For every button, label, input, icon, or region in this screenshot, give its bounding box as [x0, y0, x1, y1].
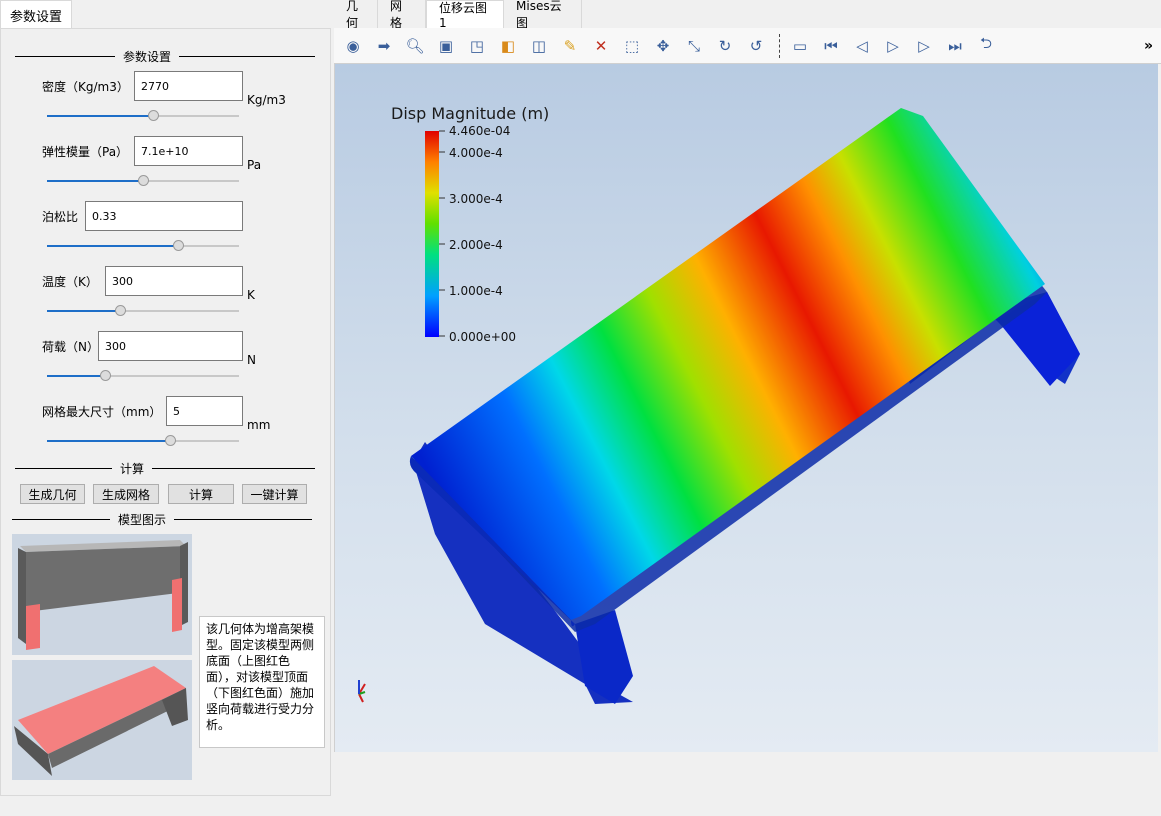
- modulus-slider[interactable]: [47, 175, 239, 186]
- zoom-fit-icon[interactable]: ✥: [649, 33, 677, 59]
- model-description: 该几何体为增高架模型。固定该模型两侧底面（上图红色面），对该模型顶面（下图红色面…: [199, 616, 325, 748]
- temperature-label: 温度（K）: [42, 275, 98, 289]
- brush-icon[interactable]: ✎: [556, 33, 584, 59]
- legend-label: 3.000e-4: [449, 192, 503, 206]
- model-image-top-load: [12, 660, 192, 780]
- toolbar-separator: [779, 33, 780, 58]
- displacement-model: [409, 108, 1080, 704]
- poisson-label: 泊松比: [42, 210, 79, 224]
- legend-label: 4.000e-4: [449, 146, 503, 160]
- poisson-slider[interactable]: [47, 240, 239, 251]
- rotate-cw-icon[interactable]: ↻: [711, 33, 739, 59]
- legend-colorbar: [425, 131, 439, 337]
- mesh-size-unit: mm: [247, 418, 271, 432]
- first-frame-icon[interactable]: ⏮: [817, 33, 845, 59]
- tab-displacement-contour[interactable]: 位移云图1: [426, 0, 504, 30]
- export-icon[interactable]: ➡: [370, 33, 398, 59]
- delete-icon[interactable]: ✕: [587, 33, 615, 59]
- slider-handle[interactable]: [99, 370, 111, 381]
- generate-geometry-button[interactable]: 生成几何: [20, 484, 85, 504]
- tab-geometry[interactable]: 几何: [334, 0, 378, 30]
- parameter-panel: 参数设置 密度（Kg/m3） 2770 Kg/m3 弹性模量（Pa） 7.1e+…: [0, 28, 331, 796]
- one-click-compute-button[interactable]: 一键计算: [242, 484, 307, 504]
- zoom-box-icon[interactable]: ⬚: [618, 33, 646, 59]
- loop-icon[interactable]: ⮌: [972, 33, 1000, 59]
- density-input[interactable]: 2770: [134, 71, 243, 101]
- mesh-size-slider[interactable]: [47, 435, 239, 446]
- status-area: [334, 752, 1161, 816]
- viewer-toolbar: ◉ ➡ 🔍︎ ▣ ◳ ◧ ◫ ✎ ✕ ⬚ ✥ ⤡ ↻ ↺ ▭ ⏮ ◁ ▷ ▷ ⏭…: [334, 28, 1161, 64]
- model-image-supports: [12, 534, 192, 655]
- legend-title: Disp Magnitude (m): [391, 104, 549, 123]
- legend-label-max: 4.460e-04: [449, 124, 510, 138]
- play-icon[interactable]: ▷: [879, 33, 907, 59]
- poisson-input[interactable]: 0.33: [85, 201, 243, 231]
- legend-label: 1.000e-4: [449, 284, 503, 298]
- component-icon[interactable]: ◧: [494, 33, 522, 59]
- toolbar-overflow-button[interactable]: »: [1144, 38, 1153, 54]
- modulus-unit: Pa: [247, 158, 262, 172]
- orientation-axes-icon: [358, 680, 366, 703]
- camera-icon[interactable]: ◉: [339, 33, 367, 59]
- load-unit: N: [247, 353, 256, 367]
- view-tabs: 几何 网格 位移云图1 Mises云图: [334, 0, 582, 30]
- compute-button[interactable]: 计算: [168, 484, 234, 504]
- slider-handle[interactable]: [114, 305, 126, 316]
- load-label: 荷载（N）: [42, 340, 99, 354]
- slider-handle[interactable]: [147, 110, 159, 121]
- color-legend: Disp Magnitude (m) 4.460e-04 4.000e-4 3.…: [391, 104, 549, 344]
- axes-icon[interactable]: ⤡: [680, 33, 708, 59]
- slider-handle[interactable]: [138, 175, 149, 186]
- generate-mesh-button[interactable]: 生成网格: [93, 484, 159, 504]
- calc-group-title: 计算: [15, 460, 315, 477]
- density-label: 密度（Kg/m3）: [42, 80, 129, 94]
- reset-camera-icon[interactable]: ▣: [432, 33, 460, 59]
- temperature-input[interactable]: 300: [105, 266, 243, 296]
- mesh-size-input[interactable]: 5: [166, 396, 243, 426]
- video-icon[interactable]: ▭: [786, 33, 814, 59]
- tab-mises-contour[interactable]: Mises云图: [504, 0, 582, 30]
- density-slider[interactable]: [47, 110, 239, 121]
- params-group-title: 参数设置: [15, 48, 315, 65]
- load-input[interactable]: 300: [98, 331, 243, 361]
- prev-frame-icon[interactable]: ◁: [848, 33, 876, 59]
- zoom-select-icon[interactable]: 🔍︎: [401, 33, 429, 59]
- rotate-ccw-icon[interactable]: ↺: [742, 33, 770, 59]
- app-window: 参数设置 参数设置 密度（Kg/m3） 2770 Kg/m3 弹性模量（Pa） …: [0, 0, 1161, 816]
- temperature-slider[interactable]: [47, 305, 239, 316]
- legend-label-min: 0.000e+00: [449, 330, 516, 344]
- mesh-size-label: 网格最大尺寸（mm）: [42, 405, 162, 419]
- next-frame-icon[interactable]: ▷: [910, 33, 938, 59]
- render-viewport[interactable]: Disp Magnitude (m) 4.460e-04 4.000e-4 3.…: [334, 64, 1158, 752]
- tab-parameters[interactable]: 参数设置: [0, 0, 72, 29]
- modulus-label: 弹性模量（Pa）: [42, 145, 129, 159]
- box-icon[interactable]: ◳: [463, 33, 491, 59]
- legend-label: 2.000e-4: [449, 238, 503, 252]
- temperature-unit: K: [247, 288, 255, 302]
- last-frame-icon[interactable]: ⏭: [941, 33, 969, 59]
- slider-handle[interactable]: [172, 240, 184, 251]
- density-unit: Kg/m3: [247, 93, 286, 107]
- surface-icon[interactable]: ◫: [525, 33, 553, 59]
- tab-mesh[interactable]: 网格: [378, 0, 426, 30]
- model-group-title: 模型图示: [12, 511, 312, 528]
- modulus-input[interactable]: 7.1e+10: [134, 136, 243, 166]
- slider-handle[interactable]: [164, 435, 176, 446]
- load-slider[interactable]: [47, 370, 239, 381]
